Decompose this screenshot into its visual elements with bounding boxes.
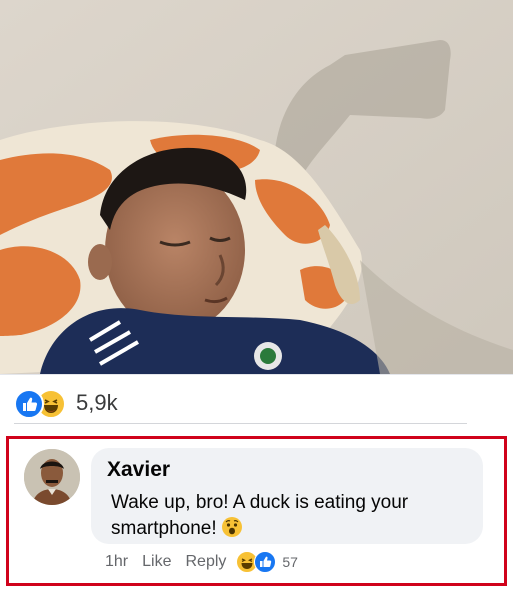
comment-reactions[interactable]	[236, 550, 280, 574]
post-screenshot: 5,9k Xavier Wake up, bro! A duck is eati…	[0, 0, 513, 600]
post-photo[interactable]	[0, 0, 513, 374]
reply-link[interactable]: Reply	[185, 553, 226, 571]
comment-reaction-count[interactable]: 57	[282, 554, 298, 570]
reaction-icons	[14, 389, 70, 419]
avatar[interactable]	[24, 449, 80, 505]
comment-text: Wake up, bro! A duck is eating your smar…	[111, 492, 409, 539]
comment-author[interactable]: Xavier	[107, 458, 170, 482]
like-icon	[254, 551, 277, 573]
wow-face-emoji-icon	[221, 516, 243, 538]
comment-timestamp[interactable]: 1hr	[105, 553, 128, 571]
comment-bubble: Xavier Wake up, bro! A duck is eating yo…	[91, 448, 483, 544]
divider	[14, 423, 467, 424]
comment-highlight-box: Xavier Wake up, bro! A duck is eating yo…	[6, 436, 507, 586]
like-link[interactable]: Like	[142, 553, 171, 571]
comment-actions: 1hr Like Reply 57	[105, 550, 298, 574]
comment-text-block: Wake up, bro! A duck is eating your smar…	[111, 490, 471, 542]
reaction-summary[interactable]: 5,9k	[0, 374, 513, 433]
like-icon	[14, 389, 44, 419]
reaction-count[interactable]: 5,9k	[76, 389, 118, 417]
